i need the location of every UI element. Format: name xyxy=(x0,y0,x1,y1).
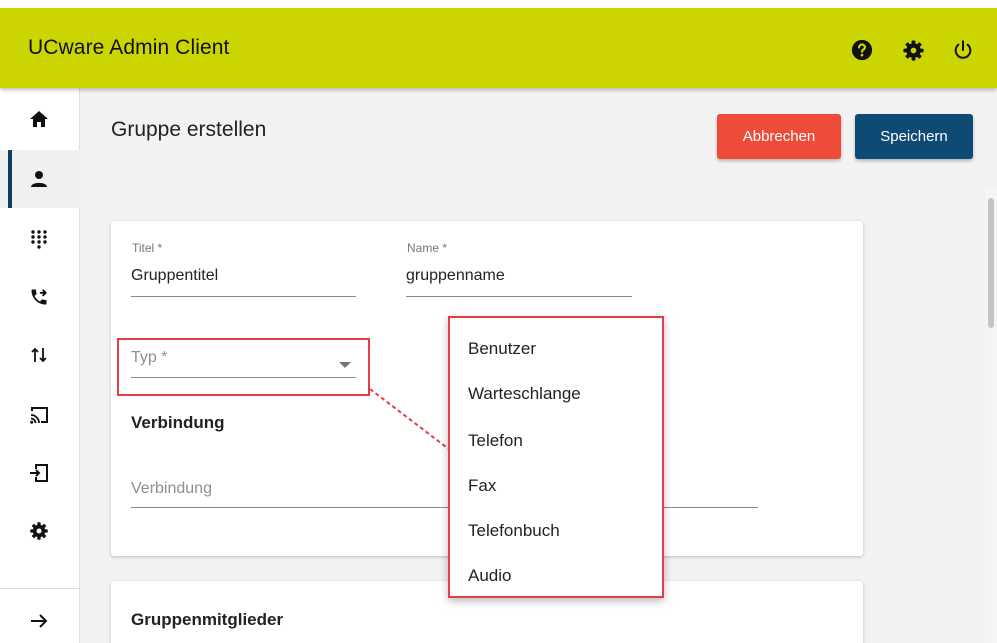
user-icon xyxy=(28,168,50,190)
scrollbar[interactable] xyxy=(985,188,997,643)
sidebar-item-dialpad[interactable] xyxy=(0,210,80,268)
scrollbar-thumb[interactable] xyxy=(988,198,994,328)
app-title: UCware Admin Client xyxy=(28,36,230,59)
dialpad-icon xyxy=(28,228,50,250)
type-dropdown-menu: Benutzer Warteschlange Telefon Fax Telef… xyxy=(448,316,664,598)
sidebar-item-transfer[interactable] xyxy=(0,326,80,384)
home-icon xyxy=(28,108,50,130)
sidebar-item-settings[interactable] xyxy=(0,502,80,560)
app-header: UCware Admin Client xyxy=(0,8,997,88)
menu-item-warteschlange[interactable]: Warteschlange xyxy=(468,384,581,404)
sidebar-divider xyxy=(0,588,80,589)
name-label: Name * xyxy=(407,241,448,255)
help-icon[interactable] xyxy=(850,38,874,62)
sidebar-item-home[interactable] xyxy=(0,90,80,148)
sidebar-item-call-forwarding[interactable] xyxy=(0,268,80,326)
cancel-button[interactable]: Abbrechen xyxy=(717,114,841,159)
sidebar-item-expand[interactable] xyxy=(0,592,80,643)
sidebar-item-cast[interactable] xyxy=(0,386,80,444)
name-input[interactable]: gruppenname xyxy=(406,267,505,285)
menu-item-telefonbuch[interactable]: Telefonbuch xyxy=(468,521,560,541)
title-label: Titel * xyxy=(132,241,163,255)
members-heading: Gruppenmitglieder xyxy=(131,610,284,629)
arrow-right-icon xyxy=(28,610,50,632)
menu-item-audio[interactable]: Audio xyxy=(468,566,511,586)
page-title: Gruppe erstellen xyxy=(111,118,267,141)
sidebar-item-login[interactable] xyxy=(0,444,80,502)
cast-icon xyxy=(28,404,50,426)
phone-forward-icon xyxy=(28,286,50,308)
menu-item-fax[interactable]: Fax xyxy=(468,476,496,496)
menu-item-benutzer[interactable]: Benutzer xyxy=(468,339,536,359)
sidebar-item-users[interactable] xyxy=(0,150,80,208)
save-button[interactable]: Speichern xyxy=(855,114,973,159)
title-underline xyxy=(131,296,356,297)
menu-item-telefon[interactable]: Telefon xyxy=(468,431,523,451)
swap-vertical-icon xyxy=(28,344,50,366)
gear-icon xyxy=(28,520,50,542)
name-underline xyxy=(406,296,632,297)
connection-heading: Verbindung xyxy=(131,413,225,432)
type-select-highlight xyxy=(117,338,370,396)
gear-icon[interactable] xyxy=(901,38,925,62)
power-icon[interactable] xyxy=(951,38,975,62)
sidebar xyxy=(0,88,80,643)
connection-input[interactable]: Verbindung xyxy=(131,480,212,498)
app-window: UCware Admin Client Gruppe erstellen Abb… xyxy=(0,8,997,643)
title-input[interactable]: Gruppentitel xyxy=(131,267,218,285)
login-icon xyxy=(28,462,50,484)
